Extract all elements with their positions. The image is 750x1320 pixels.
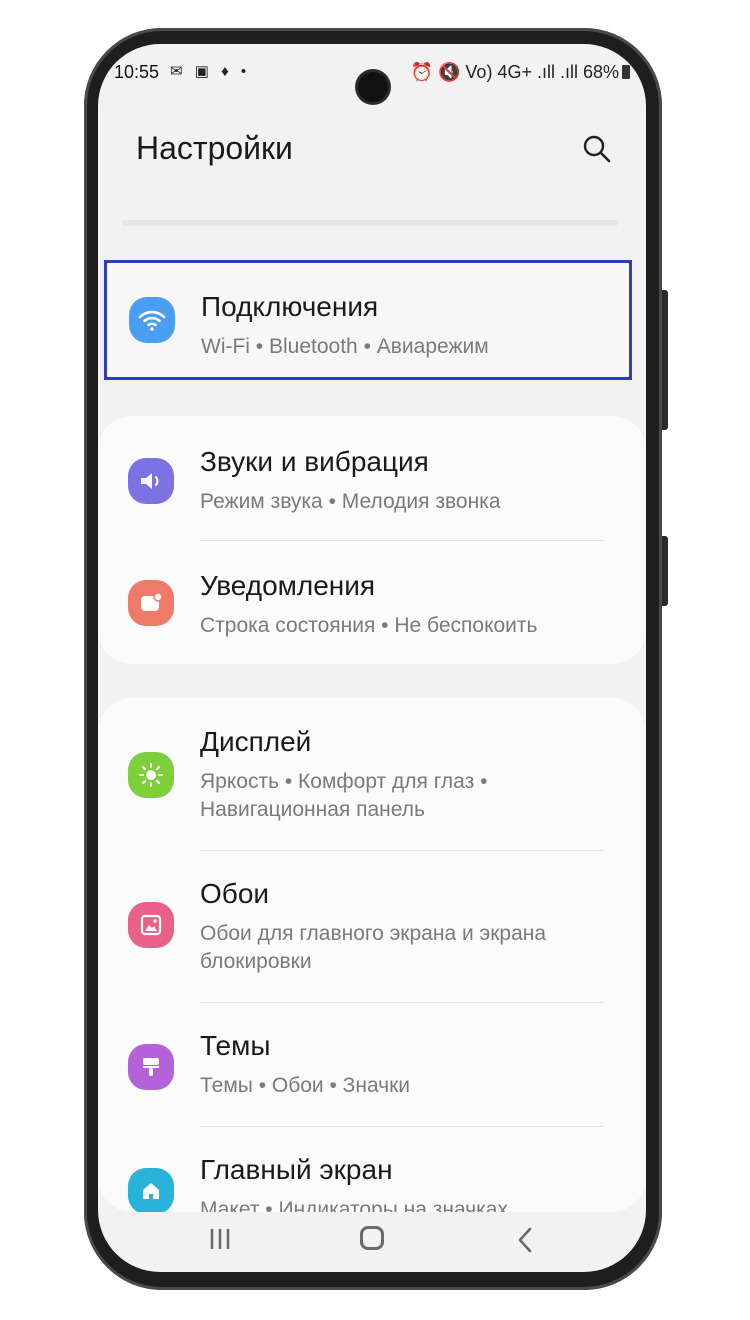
home-screen-item[interactable]: Главный экран Макет • Индикаторы на знач… [98,1126,646,1212]
wifi-icon [129,297,175,343]
page-title: Настройки [136,130,293,166]
search-icon[interactable] [582,134,612,164]
notifications-title: Уведомления [200,570,376,601]
connections-title: Подключения [201,291,379,322]
themes-icon [128,1044,174,1090]
notification-icons: ✉ ▣ ♦ • [170,63,251,80]
recent-apps-icon[interactable] [206,1226,234,1252]
navigation-bar [98,1212,646,1272]
connections-item[interactable]: Подключения Wi-Fi • Bluetooth • Авиарежи… [104,260,632,380]
display-title: Дисплей [200,726,312,757]
power-button [662,536,668,606]
volume-button [662,290,668,430]
phone-frame: 10:55 ✉ ▣ ♦ • ⏰ 🔇 Vo) 4G+ .ıll .ıll 68% … [84,28,668,1290]
status-time: 10:55 [114,62,160,82]
notification-icon [128,580,174,626]
front-camera [358,72,388,102]
header-divider [122,220,618,226]
screen: 10:55 ✉ ▣ ♦ • ⏰ 🔇 Vo) 4G+ .ıll .ıll 68% … [98,44,646,1272]
brightness-icon [128,752,174,798]
battery-icon [622,65,630,79]
connections-subtitle: Wi-Fi • Bluetooth • Авиарежим [201,335,489,358]
home-screen-subtitle: Макет • Индикаторы на значках [200,1198,508,1212]
wallpaper-subtitle-line1: Обои для главного экрана и экрана [200,922,547,945]
display-item[interactable]: Дисплей Яркость • Комфорт для глаз • Нав… [98,698,646,850]
status-indicators: ⏰ 🔇 Vo) 4G+ .ıll .ıll 68% [410,62,619,82]
display-subtitle-line1: Яркость • Комфорт для глаз • [200,770,488,793]
home-button-icon[interactable] [360,1226,384,1250]
notifications-subtitle: Строка состояния • Не беспокоить [200,614,538,637]
sounds-item[interactable]: Звуки и вибрация Режим звука • Мелодия з… [98,416,646,540]
themes-subtitle: Темы • Обои • Значки [200,1074,411,1097]
notifications-item[interactable]: Уведомления Строка состояния • Не беспок… [98,540,646,664]
themes-title: Темы [200,1030,271,1061]
wallpaper-title: Обои [200,878,270,909]
themes-item[interactable]: Темы Темы • Обои • Значки [98,1002,646,1126]
wallpaper-subtitle-line2: блокировки [200,950,312,973]
back-icon[interactable] [516,1226,534,1254]
status-right: ⏰ 🔇 Vo) 4G+ .ıll .ıll 68% [411,62,630,83]
home-screen-title: Главный экран [200,1154,393,1185]
sounds-title: Звуки и вибрация [200,446,429,477]
wallpaper-item[interactable]: Обои Обои для главного экрана и экрана б… [98,850,646,1002]
settings-card-sound: Звуки и вибрация Режим звука • Мелодия з… [98,416,646,664]
wallpaper-icon [128,902,174,948]
home-icon [128,1168,174,1212]
volume-icon [128,458,174,504]
sounds-subtitle: Режим звука • Мелодия звонка [200,490,501,513]
settings-card-display: Дисплей Яркость • Комфорт для глаз • Нав… [98,698,646,1212]
display-subtitle-line2: Навигационная панель [200,798,425,821]
